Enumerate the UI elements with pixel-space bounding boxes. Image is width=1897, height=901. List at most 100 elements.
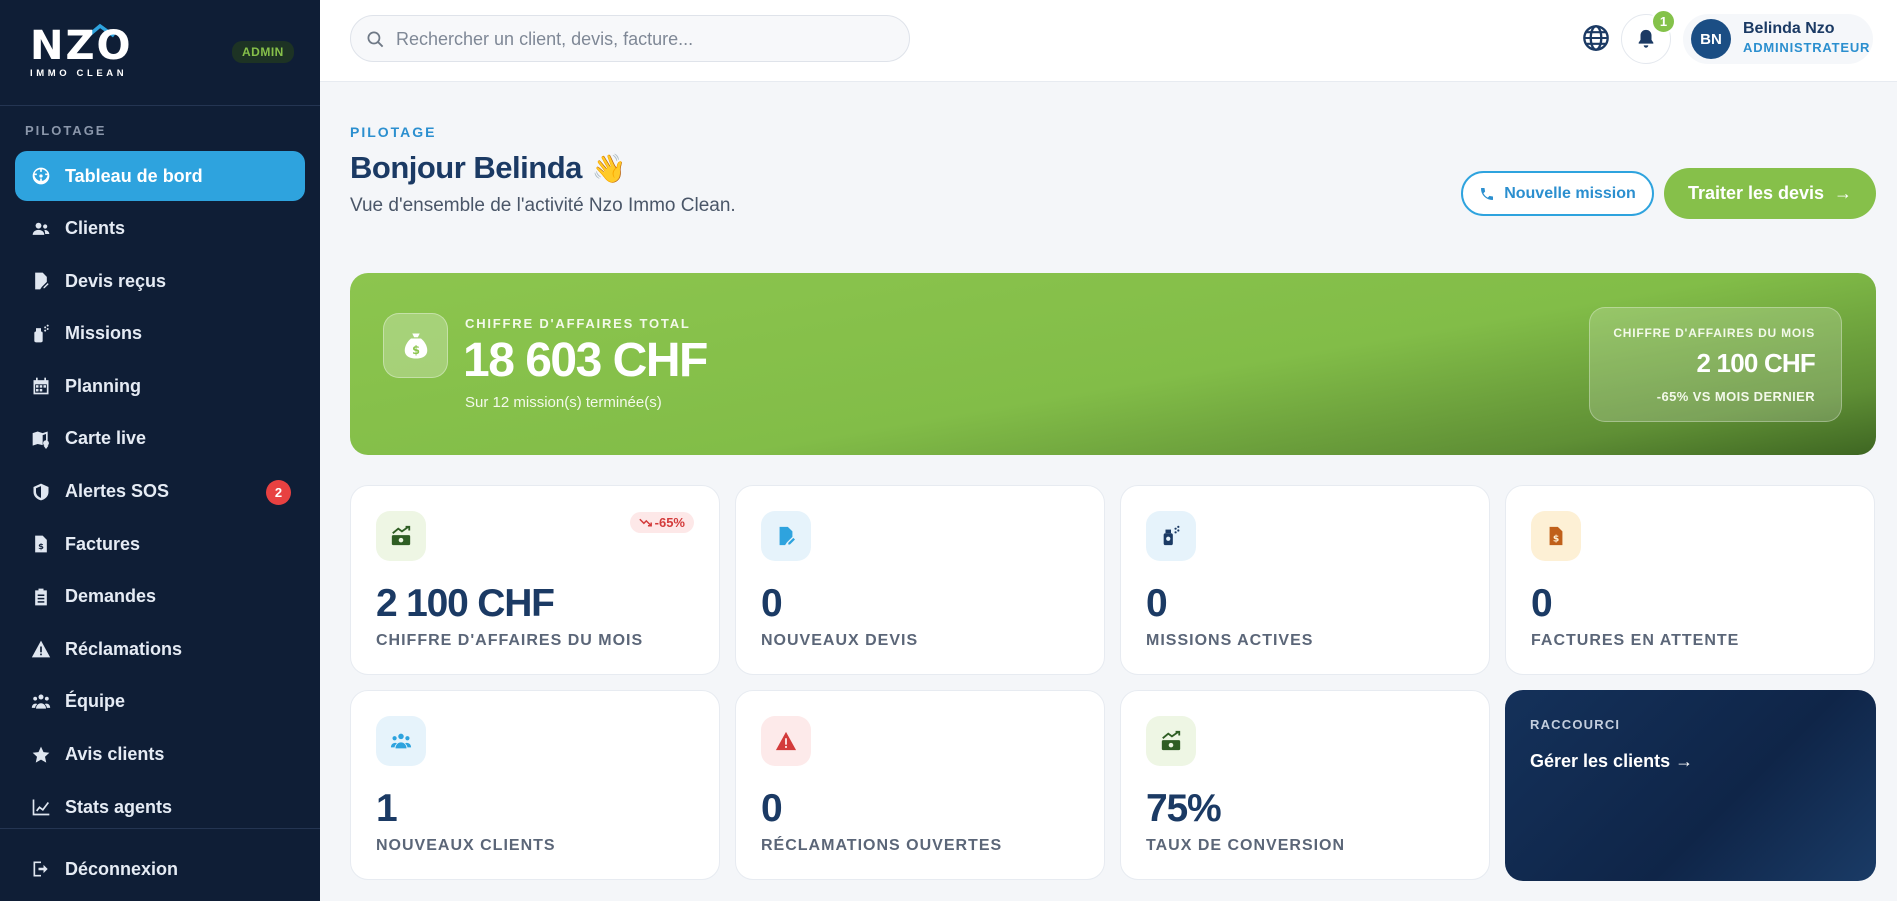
sidebar-divider [0, 828, 320, 829]
file-pen-icon [29, 269, 53, 293]
stat-label: NOUVEAUX DEVIS [761, 632, 919, 649]
stat-label: RÉCLAMATIONS OUVERTES [761, 837, 1003, 854]
file-pen-icon [761, 511, 811, 561]
star-icon [29, 743, 53, 767]
new-mission-button[interactable]: Nouvelle mission [1461, 171, 1654, 216]
stat-card-open-claims[interactable]: 0 RÉCLAMATIONS OUVERTES [735, 690, 1105, 880]
sidebar-item-avis-clients[interactable]: Avis clients [15, 730, 305, 780]
logo-subtitle: IMMO CLEAN [30, 68, 128, 79]
map-icon [29, 427, 53, 451]
team-icon [29, 690, 53, 714]
stat-label: NOUVEAUX CLIENTS [376, 837, 556, 854]
wave-emoji-icon: 👋 [591, 152, 627, 184]
user-menu[interactable]: BN Belinda Nzo ADMINISTRATEUR [1683, 14, 1873, 64]
sidebar-item-missions[interactable]: Missions [15, 309, 305, 359]
trend-down-value: -65% [654, 515, 685, 530]
monthly-revenue-value: 2 100 CHF [1696, 348, 1815, 378]
sidebar-item-label: Avis clients [65, 744, 165, 765]
stat-card-pending-invoices[interactable]: $ 0 FACTURES EN ATTENTE [1505, 485, 1875, 675]
sidebar-item-devis[interactable]: Devis reçus [15, 256, 305, 306]
sidebar-item-clients[interactable]: Clients [15, 204, 305, 254]
stat-value: 2 100 CHF [376, 582, 555, 625]
spray-icon [29, 322, 53, 346]
bell-icon [1638, 29, 1654, 48]
sidebar-nav: Tableau de bord Clients Devis reçus Miss… [15, 151, 305, 835]
sidebar-item-label: Demandes [65, 586, 157, 607]
stat-label: CHIFFRE D'AFFAIRES DU MOIS [376, 632, 644, 649]
sidebar-item-equipe[interactable]: Équipe [15, 677, 305, 727]
sidebar-item-label: Tableau de bord [65, 165, 203, 186]
sidebar-item-factures[interactable]: $ Factures [15, 519, 305, 569]
stat-card-new-clients[interactable]: 1 NOUVEAUX CLIENTS [350, 690, 720, 880]
stat-value: 0 [761, 582, 783, 625]
logout-button[interactable]: Déconnexion [15, 844, 305, 894]
logo-text: NZO [30, 23, 133, 69]
user-name: Belinda Nzo [1743, 20, 1835, 37]
sidebar-item-demandes[interactable]: Demandes [15, 572, 305, 622]
team-icon [376, 716, 426, 766]
warning-icon [29, 637, 53, 661]
shield-icon [29, 480, 53, 504]
sidebar-item-label: Équipe [65, 691, 126, 712]
process-quotes-button[interactable]: Traiter les devis → [1664, 168, 1876, 219]
sidebar-item-label: Factures [65, 533, 141, 554]
stat-label: FACTURES EN ATTENTE [1531, 632, 1740, 649]
money-bag-icon: $ [383, 313, 448, 378]
stat-value: 0 [761, 787, 783, 830]
sidebar-item-label: Planning [65, 375, 141, 396]
stat-card-monthly-revenue[interactable]: -65% 2 100 CHF CHIFFRE D'AFFAIRES DU MOI… [350, 485, 720, 675]
process-quotes-label: Traiter les devis [1687, 183, 1825, 203]
shortcut-card-manage-clients[interactable]: RACCOURCI Gérer les clients → [1505, 690, 1876, 881]
trend-down-badge: -65% [629, 512, 694, 533]
stat-label: TAUX DE CONVERSION [1146, 837, 1346, 854]
manage-clients-link[interactable]: Gérer les clients → [1530, 751, 1693, 772]
invoice-icon: $ [1531, 511, 1581, 561]
sidebar-item-tableau-de-bord[interactable]: Tableau de bord [15, 151, 305, 201]
sidebar-item-stats-agents[interactable]: Stats agents [15, 782, 305, 832]
invoice-icon: $ [29, 532, 53, 556]
total-revenue-banner: $ CHIFFRE D'AFFAIRES TOTAL 18 603 CHF Su… [350, 273, 1876, 455]
sidebar-item-label: Alertes SOS [65, 481, 170, 502]
shortcut-label: RACCOURCI [1530, 717, 1621, 732]
notification-count-badge: 1 [1651, 9, 1676, 34]
top-header: 1 BN Belinda Nzo ADMINISTRATEUR [320, 0, 1897, 82]
cash-trend-icon [376, 511, 426, 561]
globe-icon[interactable] [1582, 24, 1610, 52]
stat-label: MISSIONS ACTIVES [1146, 632, 1314, 649]
sidebar-item-label: Stats agents [65, 796, 173, 817]
search-bar [350, 15, 910, 62]
monthly-revenue-delta: -65% VS MOIS DERNIER [1656, 389, 1815, 404]
stat-card-new-quotes[interactable]: 0 NOUVEAUX DEVIS [735, 485, 1105, 675]
sidebar-item-alertes-sos[interactable]: Alertes SOS 2 [15, 467, 305, 517]
sidebar-item-carte-live[interactable]: Carte live [15, 414, 305, 464]
total-revenue-value: 18 603 CHF [463, 334, 708, 387]
page-eyebrow: PILOTAGE [350, 124, 437, 140]
trend-down-icon [638, 518, 652, 527]
avatar: BN [1691, 19, 1731, 59]
sidebar-item-label: Devis reçus [65, 270, 167, 291]
svg-text:$: $ [38, 541, 44, 551]
logout-label: Déconnexion [65, 858, 179, 879]
warning-icon [761, 716, 811, 766]
stat-value: 75% [1146, 787, 1222, 830]
user-role: ADMINISTRATEUR [1743, 40, 1871, 55]
sos-count-badge: 2 [266, 479, 291, 505]
spray-icon [1146, 511, 1196, 561]
stat-value: 0 [1146, 582, 1168, 625]
total-revenue-sub: Sur 12 mission(s) terminée(s) [465, 394, 662, 411]
chart-line-icon [29, 795, 53, 819]
stat-value: 0 [1531, 582, 1553, 625]
stat-card-conversion-rate[interactable]: 75% TAUX DE CONVERSION [1120, 690, 1490, 880]
sidebar-item-reclamations[interactable]: Réclamations [15, 624, 305, 674]
stat-card-active-missions[interactable]: 0 MISSIONS ACTIVES [1120, 485, 1490, 675]
nav-section-title: PILOTAGE [25, 123, 107, 138]
search-input[interactable] [396, 26, 896, 52]
logout-area: Déconnexion [15, 844, 305, 897]
clipboard-icon [29, 585, 53, 609]
sidebar-item-planning[interactable]: Planning [15, 361, 305, 411]
logout-icon [29, 857, 53, 881]
sidebar-item-label: Missions [65, 323, 143, 344]
page-subtitle: Vue d'ensemble de l'activité Nzo Immo Cl… [350, 195, 736, 216]
role-tag: ADMIN [232, 41, 294, 63]
cash-trend-icon [1146, 716, 1196, 766]
